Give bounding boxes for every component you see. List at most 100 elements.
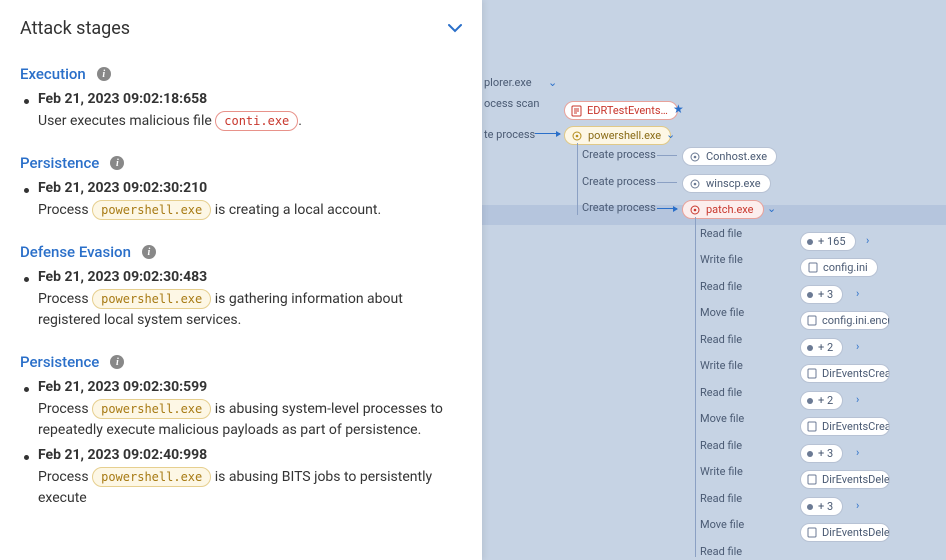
event-item: Feb 21, 2023 09:02:18:658 User executes m…: [20, 91, 462, 132]
process-token[interactable]: powershell.exe: [92, 200, 211, 220]
graph-node-powershell[interactable]: powershell.exe: [564, 126, 671, 145]
file-chip[interactable]: config.ini.encr…: [800, 311, 890, 330]
info-icon[interactable]: i: [110, 355, 124, 369]
dot-icon: [807, 239, 813, 245]
script-icon: [571, 105, 582, 117]
event-timestamp: Feb 21, 2023 09:02:18:658: [38, 91, 462, 107]
count-chip[interactable]: + 165: [800, 232, 856, 251]
count-chip[interactable]: + 2: [800, 338, 843, 357]
graph-node-winscp[interactable]: winscp.exe: [682, 174, 771, 193]
file-chip[interactable]: DirEventsDelet…: [800, 523, 890, 542]
stage-heading[interactable]: Persistence i: [20, 154, 124, 172]
event-description: Process powershell.exe is creating a loc…: [38, 200, 462, 221]
process-token[interactable]: powershell.exe: [92, 467, 211, 487]
chevron-down-icon[interactable]: ⌄: [666, 128, 675, 141]
gear-icon: [689, 204, 701, 216]
graph-node-label: plorer.exe: [484, 76, 532, 89]
file-op-label: Move file: [700, 306, 744, 319]
chevron-down-icon[interactable]: [448, 21, 462, 37]
file-op-label: Read file: [700, 227, 742, 240]
dot-icon: [807, 398, 813, 404]
file-op-label: Read file: [700, 386, 742, 399]
chevron-right-icon[interactable]: ›: [856, 340, 859, 353]
chevron-right-icon[interactable]: ›: [856, 446, 859, 459]
dot-icon: [807, 451, 813, 457]
stage-heading[interactable]: Execution i: [20, 65, 111, 83]
stage-heading[interactable]: Defense Evasion i: [20, 243, 156, 261]
event-timestamp: Feb 21, 2023 09:02:30:210: [38, 180, 462, 196]
stage-block: Defense Evasion i Feb 21, 2023 09:02:30:48…: [20, 243, 462, 331]
dot-icon: [807, 504, 813, 510]
dot-icon: [807, 345, 813, 351]
file-op-label: Read file: [700, 439, 742, 452]
stage-heading[interactable]: Persistence i: [20, 353, 124, 371]
event-description: User executes malicious file conti.exe.: [38, 111, 462, 132]
chevron-right-icon[interactable]: ›: [856, 499, 859, 512]
file-op-label: Write file: [700, 359, 743, 372]
stage-name: Persistence: [20, 154, 99, 172]
event-item: Feb 21, 2023 09:02:40:998 Process powersh…: [20, 447, 462, 509]
stage-name: Defense Evasion: [20, 243, 131, 261]
event-description: Process powershell.exe is gathering info…: [38, 289, 462, 331]
count-chip[interactable]: + 2: [800, 391, 843, 410]
graph-edge-label: Create process: [582, 201, 656, 214]
stage-name: Execution: [20, 65, 86, 83]
dot-icon: [807, 292, 813, 298]
attack-stages-panel: Attack stages Execution i Feb 21, 2023 09:…: [0, 0, 482, 560]
file-op-label: Read file: [700, 333, 742, 346]
file-icon: [807, 527, 817, 539]
event-item: Feb 21, 2023 09:02:30:599 Process powersh…: [20, 379, 462, 441]
chevron-right-icon[interactable]: ›: [856, 287, 859, 300]
file-icon: [807, 315, 817, 327]
graph-node-label: EDRTestEvents…: [587, 104, 668, 117]
graph-node-label: ocess scan: [484, 97, 539, 110]
count-chip[interactable]: + 3: [800, 497, 843, 516]
chevron-down-icon[interactable]: ⌄: [548, 76, 557, 89]
process-token[interactable]: conti.exe: [215, 111, 298, 131]
stage-block: Execution i Feb 21, 2023 09:02:18:658 User …: [20, 65, 462, 132]
process-graph-panel[interactable]: plorer.exe ⌄ ocess scan EDRTestEvents… ★…: [482, 0, 946, 560]
file-op-label: Read file: [700, 280, 742, 293]
stage-name: Persistence: [20, 353, 99, 371]
info-icon[interactable]: i: [110, 156, 124, 170]
graph-node-edr[interactable]: EDRTestEvents…: [564, 101, 678, 120]
panel-title: Attack stages: [20, 18, 130, 39]
chevron-right-icon[interactable]: ›: [856, 393, 859, 406]
process-token[interactable]: powershell.exe: [92, 289, 211, 309]
chevron-right-icon[interactable]: ›: [866, 234, 869, 247]
file-op-label: Write file: [700, 465, 743, 478]
file-op-label: Move file: [700, 412, 744, 425]
panel-header[interactable]: Attack stages: [20, 18, 462, 39]
file-icon: [807, 474, 817, 486]
count-chip[interactable]: + 3: [800, 444, 843, 463]
file-icon: [807, 262, 818, 274]
file-op-label: Read file: [700, 492, 742, 505]
graph-node-conhost[interactable]: Conhost.exe: [682, 147, 777, 166]
process-token[interactable]: powershell.exe: [92, 399, 211, 419]
event-description: Process powershell.exe is abusing BITS j…: [38, 467, 462, 509]
info-icon[interactable]: i: [97, 67, 111, 81]
chevron-down-icon[interactable]: ⌄: [767, 202, 776, 215]
count-chip[interactable]: + 3: [800, 285, 843, 304]
event-timestamp: Feb 21, 2023 09:02:40:998: [38, 447, 462, 463]
event-timestamp: Feb 21, 2023 09:02:30:483: [38, 269, 462, 285]
event-item: Feb 21, 2023 09:02:30:210 Process powersh…: [20, 180, 462, 221]
file-op-label: Write file: [700, 253, 743, 266]
file-icon: [807, 421, 817, 433]
file-chip[interactable]: DirEventsCreat…: [800, 364, 890, 383]
file-icon: [807, 368, 817, 380]
graph-edge-label: Create process: [582, 148, 656, 161]
file-chip[interactable]: DirEventsDelet…: [800, 470, 890, 489]
star-icon[interactable]: ★: [673, 102, 684, 116]
event-timestamp: Feb 21, 2023 09:02:30:599: [38, 379, 462, 395]
file-chip[interactable]: config.ini: [800, 258, 878, 277]
graph-node-label: te process: [484, 128, 535, 141]
graph-node-label: Conhost.exe: [706, 150, 767, 163]
stage-block: Persistence i Feb 21, 2023 09:02:30:210 Pro…: [20, 154, 462, 221]
gear-icon: [571, 130, 583, 142]
file-op-label: Read file: [700, 545, 742, 558]
info-icon[interactable]: i: [142, 245, 156, 259]
stage-block: Persistence i Feb 21, 2023 09:02:30:599 Pro…: [20, 353, 462, 509]
event-description: Process powershell.exe is abusing system…: [38, 399, 462, 441]
file-chip[interactable]: DirEventsCreat…: [800, 417, 890, 436]
